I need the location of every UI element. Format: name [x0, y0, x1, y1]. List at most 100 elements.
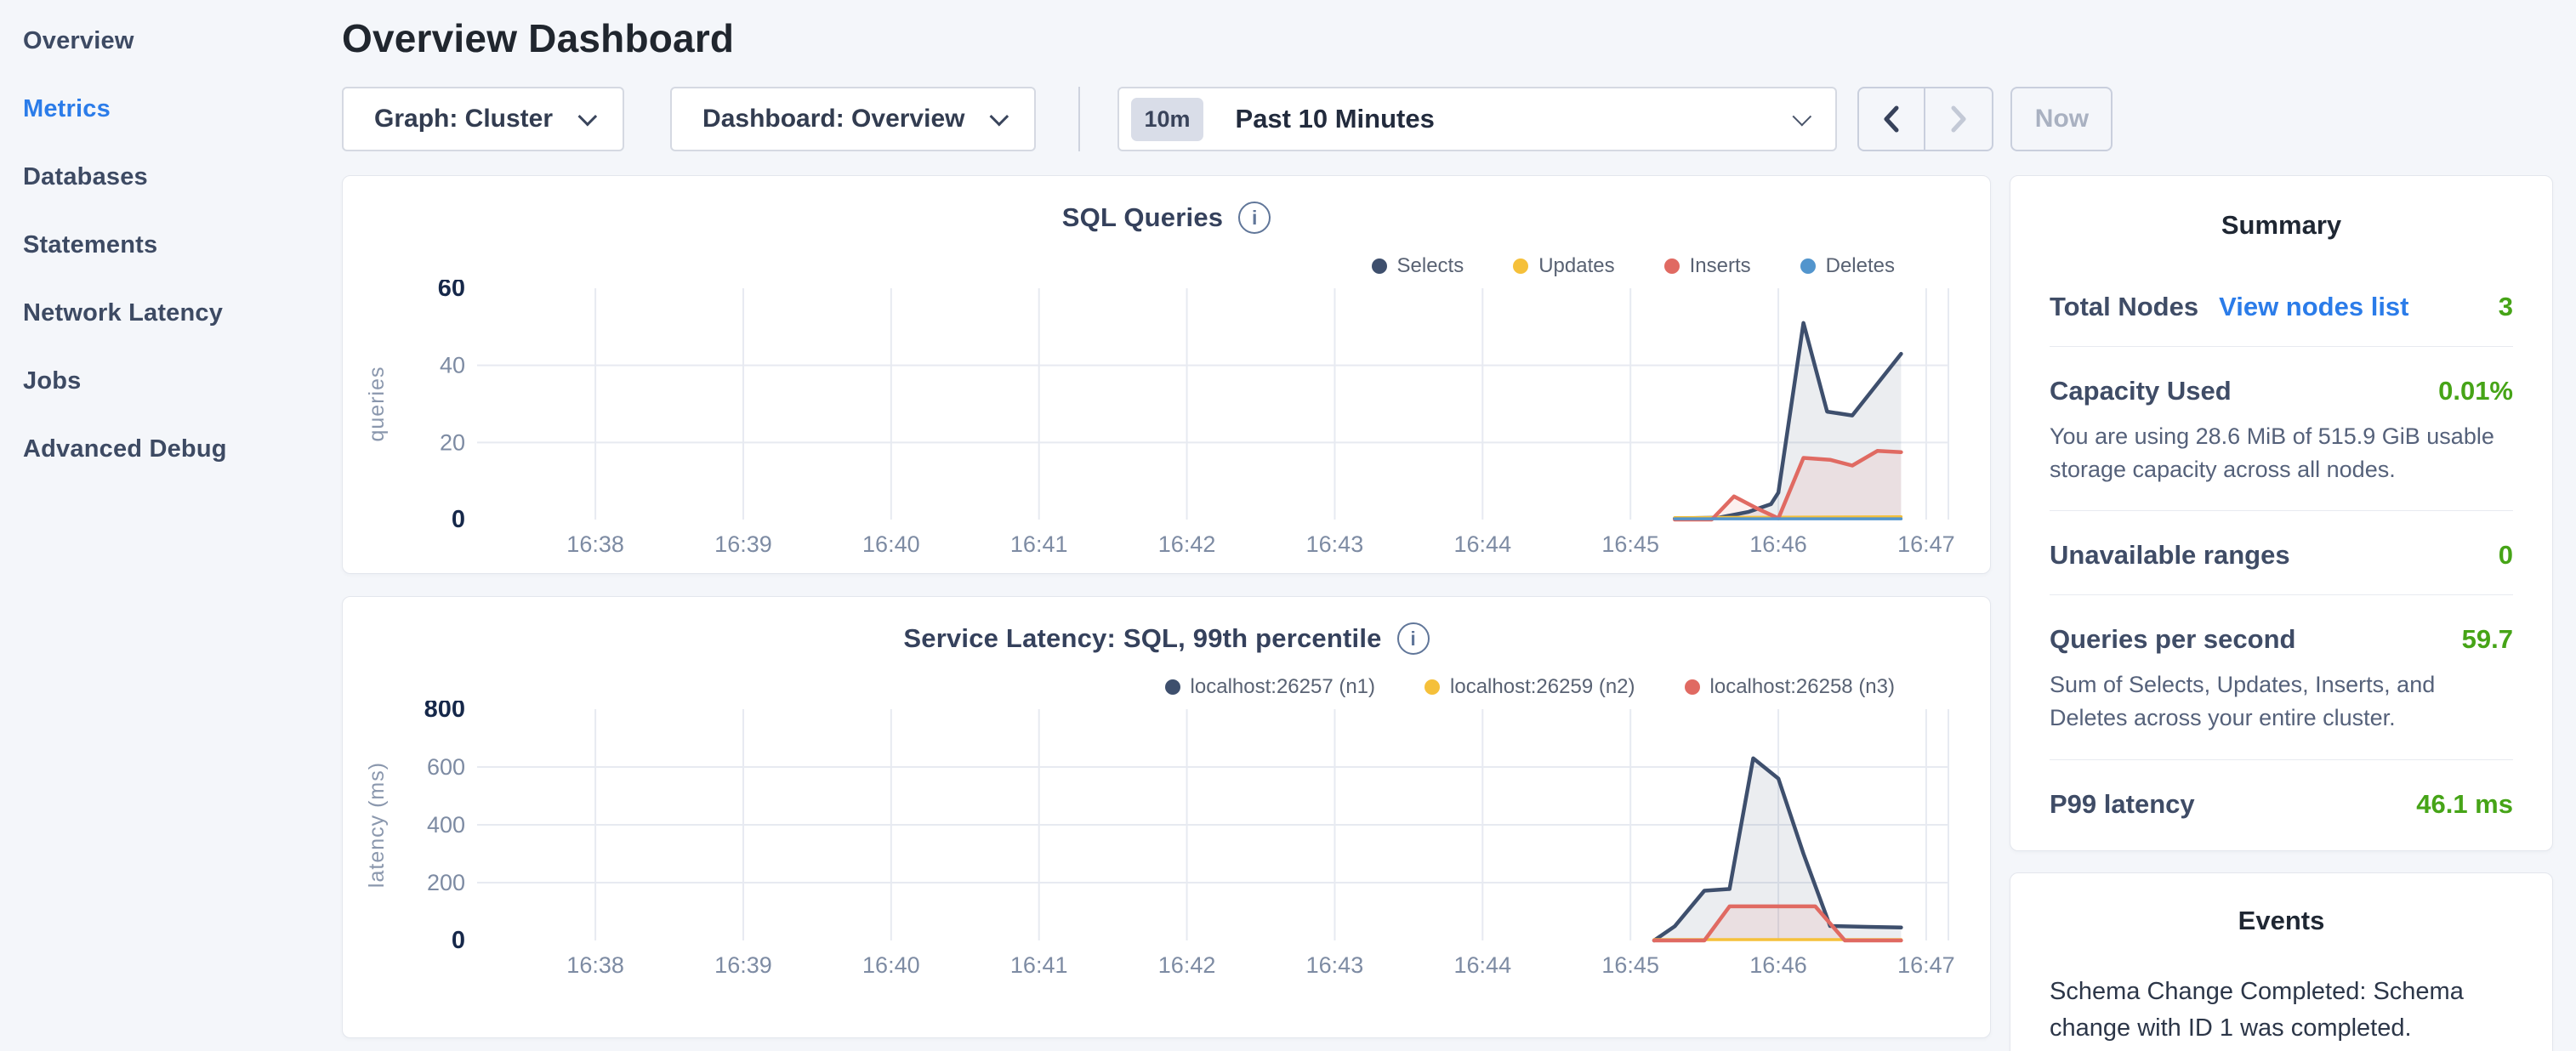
svg-text:16:47: 16:47 [1897, 531, 1955, 557]
legend-label: Inserts [1690, 254, 1751, 278]
svg-text:20: 20 [440, 429, 465, 455]
summary-row-label: Capacity Used [2050, 376, 2232, 406]
legend-item: localhost:26259 (n2) [1424, 675, 1635, 699]
info-icon[interactable]: i [1397, 622, 1430, 655]
main-content: Overview Dashboard Graph: Cluster Dashbo… [342, 0, 2576, 1051]
chart-title: SQL Queries [1062, 202, 1223, 233]
time-range-badge: 10m [1131, 98, 1203, 141]
legend-dot-icon [1165, 679, 1180, 695]
sidebar: OverviewMetricsDatabasesStatementsNetwor… [0, 0, 342, 1051]
svg-text:16:44: 16:44 [1454, 531, 1512, 557]
now-button[interactable]: Now [2010, 87, 2113, 151]
dashboard-label: Dashboard: Overview [702, 105, 964, 134]
legend-item: localhost:26258 (n3) [1685, 675, 1895, 699]
time-pager [1857, 87, 1993, 151]
summary-divider [2050, 510, 2513, 511]
svg-text:400: 400 [427, 812, 465, 838]
sidebar-item-metrics[interactable]: Metrics [0, 75, 342, 143]
legend-item: Deletes [1800, 254, 1895, 278]
svg-text:16:41: 16:41 [1010, 952, 1068, 978]
svg-text:16:38: 16:38 [566, 952, 624, 978]
svg-text:16:38: 16:38 [566, 531, 624, 557]
summary-row-description: You are using 28.6 MiB of 515.9 GiB usab… [2050, 420, 2513, 486]
svg-text:latency (ms): latency (ms) [365, 762, 389, 888]
side-column: Summary Total Nodes View nodes list 3 Capac… [2010, 175, 2553, 1051]
summary-row: Capacity Used 0.01% You are using 28.6 MiB… [2050, 376, 2513, 486]
legend-dot-icon [1664, 258, 1680, 274]
time-range-label: Past 10 Minutes [1236, 104, 1435, 134]
summary-row-label: Total Nodes [2050, 292, 2198, 322]
chevron-left-icon [1879, 104, 1903, 134]
svg-text:16:39: 16:39 [714, 952, 772, 978]
summary-row-value: 0.01% [2438, 376, 2513, 406]
service-latency-chart-card: Service Latency: SQL, 99th percentile i … [342, 596, 1991, 1038]
svg-text:16:40: 16:40 [862, 531, 920, 557]
time-range-dropdown[interactable]: 10m Past 10 Minutes [1117, 87, 1837, 151]
svg-text:16:45: 16:45 [1601, 531, 1659, 557]
sidebar-nav: OverviewMetricsDatabasesStatementsNetwor… [0, 7, 342, 483]
summary-row: Queries per second 59.7 Sum of Selects, Up… [2050, 624, 2513, 735]
svg-text:16:46: 16:46 [1749, 952, 1807, 978]
view-nodes-list-link[interactable]: View nodes list [2219, 292, 2408, 322]
svg-text:16:42: 16:42 [1158, 952, 1216, 978]
summary-row: P99 latency 46.1 ms [2050, 789, 2513, 820]
info-icon[interactable]: i [1238, 202, 1271, 234]
svg-text:16:43: 16:43 [1306, 531, 1364, 557]
chevron-down-icon [1793, 107, 1812, 127]
legend-dot-icon [1424, 679, 1440, 695]
prev-time-button[interactable] [1859, 88, 1925, 150]
svg-text:16:43: 16:43 [1306, 952, 1364, 978]
sidebar-item-databases[interactable]: Databases [0, 143, 342, 211]
svg-text:16:45: 16:45 [1601, 952, 1659, 978]
legend-dot-icon [1685, 679, 1700, 695]
page-title: Overview Dashboard [342, 15, 2553, 61]
summary-row-value: 46.1 ms [2416, 789, 2513, 820]
summary-row-value: 0 [2499, 540, 2513, 571]
sidebar-item-advanced-debug[interactable]: Advanced Debug [0, 415, 342, 483]
event-message: Schema Change Completed: Schema change w… [2050, 974, 2513, 1048]
svg-text:16:46: 16:46 [1749, 531, 1807, 557]
svg-text:40: 40 [440, 353, 465, 378]
events-list: Schema Change Completed: Schema change w… [2050, 974, 2513, 1051]
legend-item: Updates [1513, 254, 1614, 278]
svg-text:0: 0 [452, 506, 465, 533]
events-panel: Events Schema Change Completed: Schema c… [2010, 872, 2553, 1051]
summary-row-value: 3 [2499, 292, 2513, 322]
legend-label: localhost:26257 (n1) [1191, 675, 1375, 699]
summary-divider [2050, 594, 2513, 595]
legend-label: localhost:26258 (n3) [1710, 675, 1895, 699]
summary-row-description: Sum of Selects, Updates, Inserts, and De… [2050, 668, 2513, 735]
toolbar-divider [1078, 87, 1080, 151]
next-time-button[interactable] [1925, 88, 1992, 150]
service-latency-plot: 16:3816:3916:4016:4116:4216:4316:4416:45… [343, 701, 1990, 981]
dashboard-dropdown[interactable]: Dashboard: Overview [670, 87, 1036, 151]
summary-row-label: Unavailable ranges [2050, 540, 2290, 571]
chart-title: Service Latency: SQL, 99th percentile [903, 623, 1381, 654]
sidebar-item-overview[interactable]: Overview [0, 7, 342, 75]
charts-column: SQL Queries i Selects Updates Inserts Delet… [342, 175, 1991, 1038]
sidebar-item-jobs[interactable]: Jobs [0, 347, 342, 415]
svg-text:16:44: 16:44 [1454, 952, 1512, 978]
svg-text:800: 800 [424, 701, 465, 723]
summary-row: Total Nodes View nodes list 3 [2050, 292, 2513, 322]
legend-item: Inserts [1664, 254, 1751, 278]
summary-row-value: 59.7 [2462, 624, 2513, 655]
summary-row-label: Queries per second [2050, 624, 2295, 655]
dashboard-body: SQL Queries i Selects Updates Inserts Delet… [342, 175, 2553, 1051]
chart-title-row: Service Latency: SQL, 99th percentile i [343, 622, 1990, 655]
summary-row-label: P99 latency [2050, 789, 2195, 820]
sql-queries-plot: 16:3816:3916:4016:4116:4216:4316:4416:45… [343, 280, 1990, 560]
svg-text:16:47: 16:47 [1897, 952, 1955, 978]
sidebar-item-statements[interactable]: Statements [0, 211, 342, 279]
svg-text:16:42: 16:42 [1158, 531, 1216, 557]
events-title: Events [2050, 906, 2513, 936]
sidebar-item-network-latency[interactable]: Network Latency [0, 279, 342, 347]
summary-panel: Summary Total Nodes View nodes list 3 Capac… [2010, 175, 2553, 851]
chart-legend: Selects Updates Inserts Deletes [343, 254, 1990, 278]
event-item[interactable]: Schema Change Completed: Schema change w… [2050, 974, 2513, 1051]
graph-scope-dropdown[interactable]: Graph: Cluster [342, 87, 624, 151]
summary-title: Summary [2050, 210, 2513, 241]
legend-label: Updates [1538, 254, 1614, 278]
legend-item: Selects [1372, 254, 1464, 278]
svg-text:600: 600 [427, 754, 465, 780]
